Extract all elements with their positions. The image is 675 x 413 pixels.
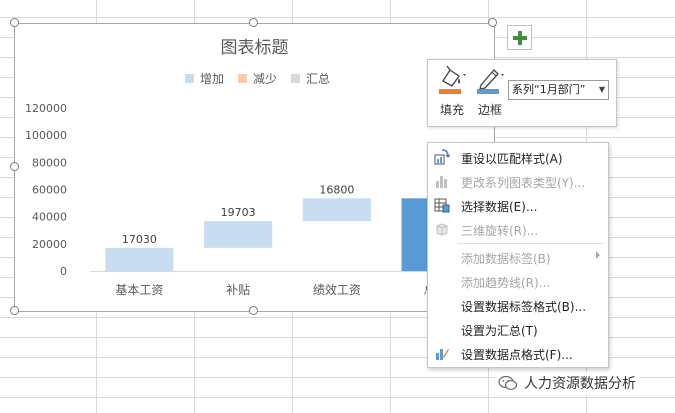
watermark-text: 人力资源数据分析 (524, 376, 636, 392)
waterfall-bar[interactable] (204, 221, 273, 248)
menu-item-add-data-labels: 添加数据标签(B) (428, 245, 608, 269)
border-button[interactable]: 边框 (472, 64, 508, 120)
resize-handle-top[interactable] (249, 18, 258, 27)
data-label: 16800 (319, 183, 354, 196)
y-tick-label: 60000 (32, 184, 67, 197)
chart-elements-button[interactable] (507, 25, 532, 50)
menu-item-change-chart-type: 更改系列图表类型(Y)... (428, 169, 608, 193)
change-chart-type-icon (436, 176, 447, 188)
resize-handle-bottom[interactable] (249, 306, 258, 315)
select-data-icon (434, 198, 450, 213)
menu-item-format-data-labels[interactable]: 设置数据标签格式(B)... (428, 293, 608, 317)
pen-icon (477, 69, 504, 94)
resize-handle-bottom-left[interactable] (10, 306, 19, 315)
menu-label-3d-rotation: 三维旋转(R)... (461, 224, 539, 238)
y-tick-label: 100000 (25, 129, 67, 142)
reset-style-icon (434, 149, 450, 165)
resize-handle-top-left[interactable] (10, 18, 19, 27)
format-mini-toolbar: 填充 边框 系列“1月部门” ▼ (427, 59, 617, 127)
menu-label-change-chart-type: 更改系列图表类型(Y)... (461, 176, 586, 190)
x-tick-label: 基本工资 (115, 283, 163, 297)
menu-separator (458, 243, 604, 244)
plot-area[interactable]: 0 20000 40000 60000 80000 100000 120000 17030 基本… (15, 24, 494, 311)
y-tick-label: 40000 (32, 211, 67, 224)
x-tick-label: 补贴 (226, 283, 250, 297)
border-label: 边框 (477, 103, 502, 117)
series-selector-value: 系列“1月部门” (512, 83, 586, 96)
menu-item-select-data[interactable]: 选择数据(E)... (428, 193, 608, 217)
watermark: 人力资源数据分析 (495, 372, 639, 394)
y-tick-label: 120000 (25, 102, 67, 115)
3d-rotation-icon (436, 223, 448, 236)
resize-handle-left[interactable] (10, 162, 19, 171)
menu-label-format-data-labels: 设置数据标签格式(B)... (461, 300, 587, 314)
menu-item-reset-style[interactable]: 重设以匹配样式(A) (428, 145, 608, 169)
dropdown-arrow-icon: ▼ (598, 85, 605, 94)
menu-item-3d-rotation: 三维旋转(R)... (428, 217, 608, 241)
waterfall-bar[interactable] (302, 198, 371, 222)
y-tick-label: 20000 (32, 238, 67, 251)
menu-label-select-data: 选择数据(E)... (461, 200, 538, 214)
context-menu: 重设以匹配样式(A) 更改系列图表类型(Y)... 选择数据(E)... 三维旋… (427, 142, 609, 368)
menu-label-add-data-labels: 添加数据标签(B) (461, 252, 551, 266)
menu-label-reset-style: 重设以匹配样式(A) (461, 152, 563, 166)
menu-item-set-as-total[interactable]: 设置为汇总(T) (428, 317, 608, 341)
fill-label: 填充 (439, 103, 464, 117)
menu-item-add-trendline: 添加趋势线(R)... (428, 269, 608, 293)
x-tick-label: 绩效工资 (313, 282, 361, 297)
menu-label-format-data-point: 设置数据点格式(F)... (461, 348, 573, 362)
fill-button[interactable]: 填充 (434, 64, 470, 120)
data-label: 19703 (221, 206, 256, 219)
menu-item-format-data-point[interactable]: 设置数据点格式(F)... (428, 341, 608, 365)
menu-label-add-trendline: 添加趋势线(R)... (461, 276, 551, 290)
y-tick-label: 0 (60, 265, 67, 278)
resize-handle-top-right[interactable] (488, 18, 497, 27)
chart-area[interactable]: 图表标题 增加 减少 汇总 0 20000 40000 60000 80000 10000… (14, 23, 495, 312)
format-data-point-icon (436, 349, 449, 360)
waterfall-bar[interactable] (105, 247, 174, 271)
submenu-arrow-icon (596, 251, 600, 259)
y-tick-label: 80000 (32, 156, 67, 169)
wechat-icon (498, 375, 518, 390)
paint-bucket-icon (439, 65, 466, 94)
data-label: 17030 (122, 233, 157, 246)
menu-label-set-as-total: 设置为汇总(T) (461, 324, 538, 338)
series-selector[interactable]: 系列“1月部门” ▼ (508, 80, 609, 100)
